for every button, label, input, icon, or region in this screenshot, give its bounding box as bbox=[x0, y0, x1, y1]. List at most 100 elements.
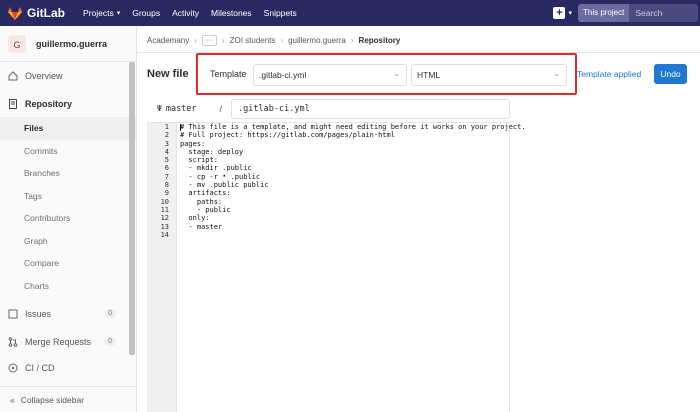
path-separator: / bbox=[219, 103, 223, 114]
code-content[interactable]: # This file is a template, and might nee… bbox=[180, 123, 526, 239]
issues-count-badge: 0 bbox=[104, 309, 116, 318]
nav-activity-label: Activity bbox=[172, 8, 200, 18]
nav-groups[interactable]: Groups bbox=[132, 8, 160, 18]
code-line[interactable]: - public bbox=[180, 206, 508, 214]
code-line[interactable] bbox=[180, 231, 508, 239]
sidebar-item-label: Charts bbox=[24, 280, 50, 291]
code-line[interactable]: # This file is a template, and might nee… bbox=[180, 123, 526, 131]
line-number: 1 bbox=[164, 123, 169, 131]
sidebar-scrollbar[interactable] bbox=[129, 62, 135, 355]
template-applied-text: Template applied bbox=[577, 69, 642, 79]
branch-icon: Ψ bbox=[157, 104, 162, 113]
sidebar-item-label: CI / CD bbox=[25, 362, 55, 373]
brand-name: GitLab bbox=[27, 6, 65, 20]
sidebar-item-overview[interactable]: Overview bbox=[0, 64, 136, 87]
file-name-value: .gitlab-ci.yml bbox=[238, 103, 310, 114]
line-number: 14 bbox=[160, 230, 169, 239]
code-line[interactable]: only: bbox=[180, 214, 508, 222]
sidebar-item-label: Merge Requests bbox=[25, 336, 92, 347]
line-number: 8 bbox=[164, 181, 169, 190]
editor-header: Ψ master / .gitlab-ci.yml bbox=[147, 95, 510, 123]
sidebar-item-tags[interactable]: Tags bbox=[0, 185, 136, 208]
nav-activity[interactable]: Activity bbox=[172, 8, 199, 18]
sidebar-item-charts[interactable]: Charts bbox=[0, 275, 136, 298]
code-line[interactable]: paths: bbox=[180, 198, 508, 206]
line-number: 4 bbox=[164, 147, 169, 156]
code-line[interactable]: - mv .public public bbox=[180, 181, 508, 189]
collapse-sidebar-button[interactable]: « Collapse sidebar bbox=[0, 386, 136, 412]
line-number: 10 bbox=[160, 197, 169, 206]
nav-groups-label: Groups bbox=[132, 8, 161, 18]
sidebar-item-label: Repository bbox=[25, 98, 73, 109]
page-title: New file bbox=[147, 68, 189, 80]
sidebar-item-files[interactable]: Files bbox=[0, 117, 136, 140]
chevron-right-icon: › bbox=[194, 36, 197, 45]
chevron-right-icon: › bbox=[280, 36, 284, 45]
code-editor[interactable]: 1 2 3 4 5 6 7 8 9 10 11 12 13 14 # This file is a tem… bbox=[147, 123, 526, 412]
line-number: 3 bbox=[164, 139, 169, 148]
branch-name: master bbox=[165, 103, 197, 114]
code-line[interactable]: stage: deploy bbox=[180, 148, 508, 156]
sidebar-item-repository[interactable]: Repository bbox=[0, 92, 136, 115]
sidebar-item-commits[interactable]: Commits bbox=[0, 140, 136, 163]
chevron-down-icon: ▾ bbox=[116, 10, 121, 17]
breadcrumb-item-repository[interactable]: Repository bbox=[359, 36, 401, 45]
nav-milestones[interactable]: Milestones bbox=[211, 8, 252, 18]
merge-requests-count-badge: 0 bbox=[104, 337, 116, 346]
breadcrumb: Academany › ··· › ZOI students › guiller… bbox=[147, 35, 400, 46]
navbar-right: + ▾ This project Search bbox=[553, 0, 700, 26]
code-line[interactable]: - master bbox=[180, 223, 508, 231]
sidebar-project-name: guillermo.guerra bbox=[36, 38, 108, 49]
search-scope-badge[interactable]: This project bbox=[578, 4, 630, 22]
sidebar-item-label: Graph bbox=[24, 235, 48, 246]
issues-icon bbox=[8, 309, 18, 319]
new-item-plus-icon[interactable]: + bbox=[553, 7, 566, 19]
sidebar-item-label: Overview bbox=[25, 70, 63, 81]
sidebar-item-compare[interactable]: Compare bbox=[0, 252, 136, 275]
line-number: 2 bbox=[164, 131, 169, 140]
avatar: G bbox=[8, 34, 26, 53]
sidebar-item-issues[interactable]: Issues 0 bbox=[0, 302, 136, 325]
breadcrumb-item-zoi-students[interactable]: ZOI students bbox=[230, 36, 276, 45]
sidebar-project-header[interactable]: G guillermo.guerra bbox=[0, 26, 136, 62]
sidebar-item-label: Issues bbox=[25, 308, 52, 319]
line-number: 12 bbox=[160, 214, 169, 223]
code-line[interactable]: - mkdir .public bbox=[180, 164, 508, 172]
file-name-input[interactable]: .gitlab-ci.yml bbox=[231, 98, 510, 119]
line-number: 9 bbox=[164, 189, 169, 198]
line-number: 6 bbox=[164, 164, 169, 173]
search-placeholder: Search bbox=[635, 8, 663, 18]
code-line[interactable]: pages: bbox=[180, 140, 508, 148]
rocket-icon bbox=[8, 363, 18, 373]
gitlab-logo[interactable]: GitLab bbox=[8, 6, 65, 20]
nav-snippets[interactable]: Snippets bbox=[264, 8, 297, 18]
breadcrumb-more-button[interactable]: ··· bbox=[201, 35, 217, 46]
line-number: 11 bbox=[160, 205, 169, 214]
search-input[interactable]: This project Search bbox=[578, 4, 698, 22]
code-line[interactable]: - cp -r * .public bbox=[180, 173, 508, 181]
project-sidebar: G guillermo.guerra Overview Repository F… bbox=[0, 26, 137, 412]
sidebar-item-branches[interactable]: Branches bbox=[0, 162, 136, 185]
breadcrumb-item-academany[interactable]: Academany bbox=[147, 36, 189, 45]
merge-request-icon bbox=[8, 336, 18, 347]
sidebar-item-label: Branches bbox=[24, 168, 60, 179]
sidebar-item-merge-requests[interactable]: Merge Requests 0 bbox=[0, 330, 136, 353]
sidebar-item-cicd[interactable]: CI / CD bbox=[0, 356, 136, 379]
chevron-right-icon: › bbox=[221, 36, 225, 45]
sidebar-item-contributors[interactable]: Contributors bbox=[0, 207, 136, 230]
nav-projects-label: Projects bbox=[83, 8, 114, 18]
code-line[interactable]: script: bbox=[180, 156, 508, 164]
home-icon bbox=[8, 70, 18, 81]
sidebar-item-graph[interactable]: Graph bbox=[0, 230, 136, 253]
nav-milestones-label: Milestones bbox=[211, 8, 252, 18]
sidebar-item-label: Tags bbox=[24, 190, 42, 201]
nav-projects[interactable]: Projects ▾ bbox=[83, 8, 120, 18]
breadcrumb-item-user[interactable]: guillermo.guerra bbox=[288, 36, 346, 45]
chevron-down-icon[interactable]: ▾ bbox=[568, 9, 572, 17]
sidebar-item-label: Commits bbox=[24, 145, 58, 156]
code-line[interactable]: artifacts: bbox=[180, 189, 508, 197]
undo-button[interactable]: Undo bbox=[654, 64, 687, 84]
double-chevron-left-icon: « bbox=[10, 394, 15, 405]
line-number: 13 bbox=[160, 222, 169, 231]
code-line[interactable]: # Full project: https://gitlab.com/pages… bbox=[180, 131, 508, 139]
